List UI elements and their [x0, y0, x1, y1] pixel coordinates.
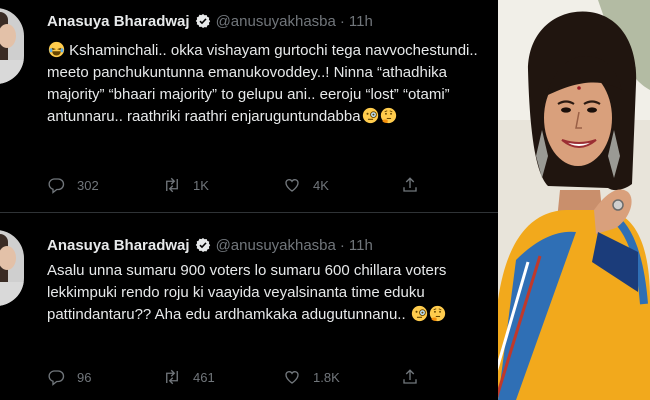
- author-name[interactable]: Anasuya Bharadwaj: [47, 13, 190, 30]
- like-button[interactable]: 1.8K: [283, 368, 340, 386]
- reply-count: 96: [77, 369, 92, 385]
- tweet-header: Anasuya Bharadwaj @anusuyakhasba · 11h: [47, 234, 373, 256]
- reply-icon: [48, 370, 65, 386]
- verified-badge-icon: [195, 14, 210, 28]
- share-icon: [403, 369, 417, 384]
- retweet-button[interactable]: 461: [163, 368, 215, 386]
- thinking-emoji-icon: [380, 107, 396, 124]
- tweet-divider: [0, 212, 498, 213]
- avatar[interactable]: [0, 8, 24, 84]
- reply-button[interactable]: 302: [47, 176, 99, 194]
- tweet-actions: 302 1K 4K: [47, 176, 427, 196]
- retweet-icon: [166, 369, 178, 385]
- tweet-text: Kshaminchali.. okka vishayam gurtochi te…: [47, 42, 478, 125]
- author-name[interactable]: Anasuya Bharadwaj: [47, 237, 190, 254]
- like-icon: [285, 179, 299, 192]
- monocle-emoji-icon: [362, 107, 378, 124]
- author-handle[interactable]: @anusuyakhasba: [216, 13, 336, 30]
- separator-dot: ·: [339, 12, 345, 30]
- laughing-emoji-icon: [48, 41, 65, 58]
- retweet-button[interactable]: 1K: [163, 176, 209, 194]
- tweet[interactable]: Anasuya Bharadwaj @anusuyakhasba · 11h K…: [0, 0, 498, 205]
- share-button[interactable]: [401, 368, 431, 386]
- tweet-timestamp[interactable]: 11h: [349, 237, 373, 254]
- portrait-illustration: [498, 0, 650, 400]
- like-button[interactable]: 4K: [283, 176, 329, 194]
- tweet-feed: Anasuya Bharadwaj @anusuyakhasba · 11h K…: [0, 0, 498, 400]
- tweet-actions: 96 461 1.8K: [47, 368, 427, 388]
- separator-dot: ·: [339, 236, 345, 254]
- portrait-photo: [498, 0, 650, 400]
- thinking-emoji-icon: [429, 305, 445, 322]
- tweet-body: Asalu unna sumaru 900 voters lo sumaru 6…: [47, 260, 487, 326]
- tweet[interactable]: Anasuya Bharadwaj @anusuyakhasba · 11h A…: [0, 222, 498, 400]
- reply-button[interactable]: 96: [47, 368, 91, 386]
- monocle-emoji-icon: [411, 305, 427, 322]
- author-handle[interactable]: @anusuyakhasba: [216, 237, 336, 254]
- avatar[interactable]: [0, 230, 24, 306]
- like-count: 4K: [313, 177, 329, 193]
- verified-badge-icon: [195, 238, 210, 252]
- share-button[interactable]: [401, 176, 431, 194]
- share-icon: [403, 177, 417, 192]
- tweet-header: Anasuya Bharadwaj @anusuyakhasba · 11h: [47, 10, 373, 32]
- tweet-timestamp[interactable]: 11h: [349, 13, 373, 30]
- retweet-count: 461: [193, 369, 215, 385]
- tweet-text: Asalu unna sumaru 900 voters lo sumaru 6…: [47, 262, 447, 323]
- retweet-count: 1K: [193, 177, 209, 193]
- like-count: 1.8K: [313, 369, 340, 385]
- tweet-body: Kshaminchali.. okka vishayam gurtochi te…: [47, 40, 487, 128]
- like-icon: [285, 371, 299, 384]
- retweet-icon: [166, 177, 178, 193]
- reply-icon: [48, 178, 65, 194]
- reply-count: 302: [77, 177, 99, 193]
